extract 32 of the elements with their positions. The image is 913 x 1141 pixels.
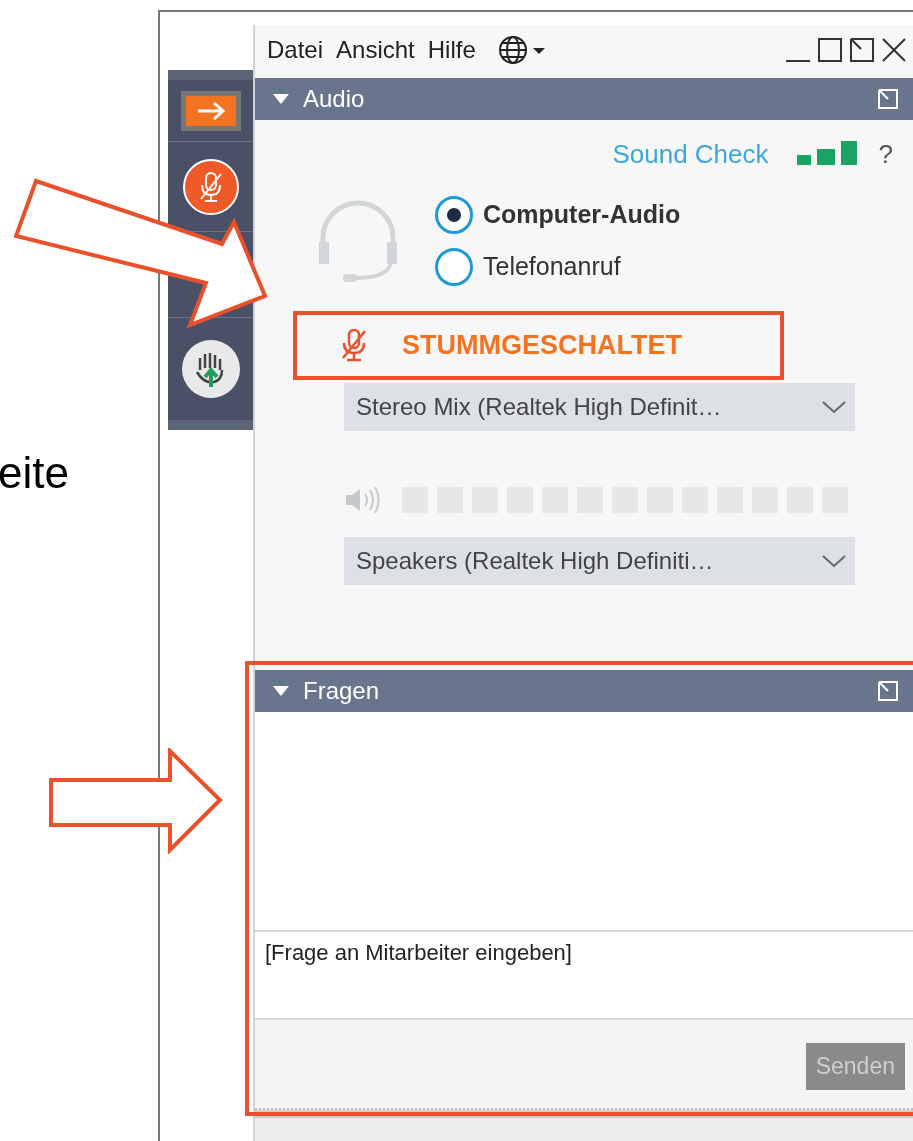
collapse-triangle-icon[interactable] <box>273 685 289 697</box>
device-dropdown[interactable]: Speakers (Realtek High Definiti… <box>344 537 855 585</box>
menu-item[interactable]: Datei <box>267 32 324 68</box>
question-input[interactable]: [Frage an Mitarbeiter eingeben] <box>255 932 913 1020</box>
chevron-down-icon <box>821 399 847 415</box>
radio-label: Telefonanruf <box>483 251 621 283</box>
radio-button[interactable] <box>435 196 473 234</box>
raise-hand-button[interactable] <box>181 340 240 398</box>
menu-item[interactable]: Ansicht <box>336 32 415 68</box>
close-icon[interactable] <box>881 37 907 63</box>
speaker-icon <box>344 486 382 514</box>
panel-header[interactable]: Audio <box>255 78 913 120</box>
chevron-down-icon <box>821 553 847 569</box>
dropdown-value: Speakers (Realtek High Definiti… <box>356 546 714 576</box>
maximize-icon[interactable] <box>817 37 843 63</box>
side-text: eite <box>0 447 70 499</box>
panel-header[interactable]: Fragen <box>255 670 913 712</box>
radio-button[interactable] <box>435 248 473 286</box>
menu-item[interactable]: Hilfe <box>427 32 476 68</box>
device-dropdown[interactable]: Stereo Mix (Realtek High Definit… <box>344 383 855 431</box>
collapse-triangle-icon[interactable] <box>273 93 289 105</box>
pop-out-icon[interactable] <box>849 37 875 63</box>
muted-microphone-icon <box>340 328 368 362</box>
help-icon[interactable]: ? <box>878 134 893 174</box>
panel-title: Audio <box>303 84 365 114</box>
arrow-button[interactable] <box>180 90 241 131</box>
dropdown-value: Stereo Mix (Realtek High Definit… <box>356 392 722 422</box>
mute-status-text: STUMMGESCHALTET <box>402 328 682 362</box>
panel-title: Fragen <box>303 676 380 706</box>
arrow-right-icon <box>195 100 226 121</box>
radio-label: Computer-Audio <box>483 199 681 231</box>
signal-bars-icon <box>796 141 857 167</box>
